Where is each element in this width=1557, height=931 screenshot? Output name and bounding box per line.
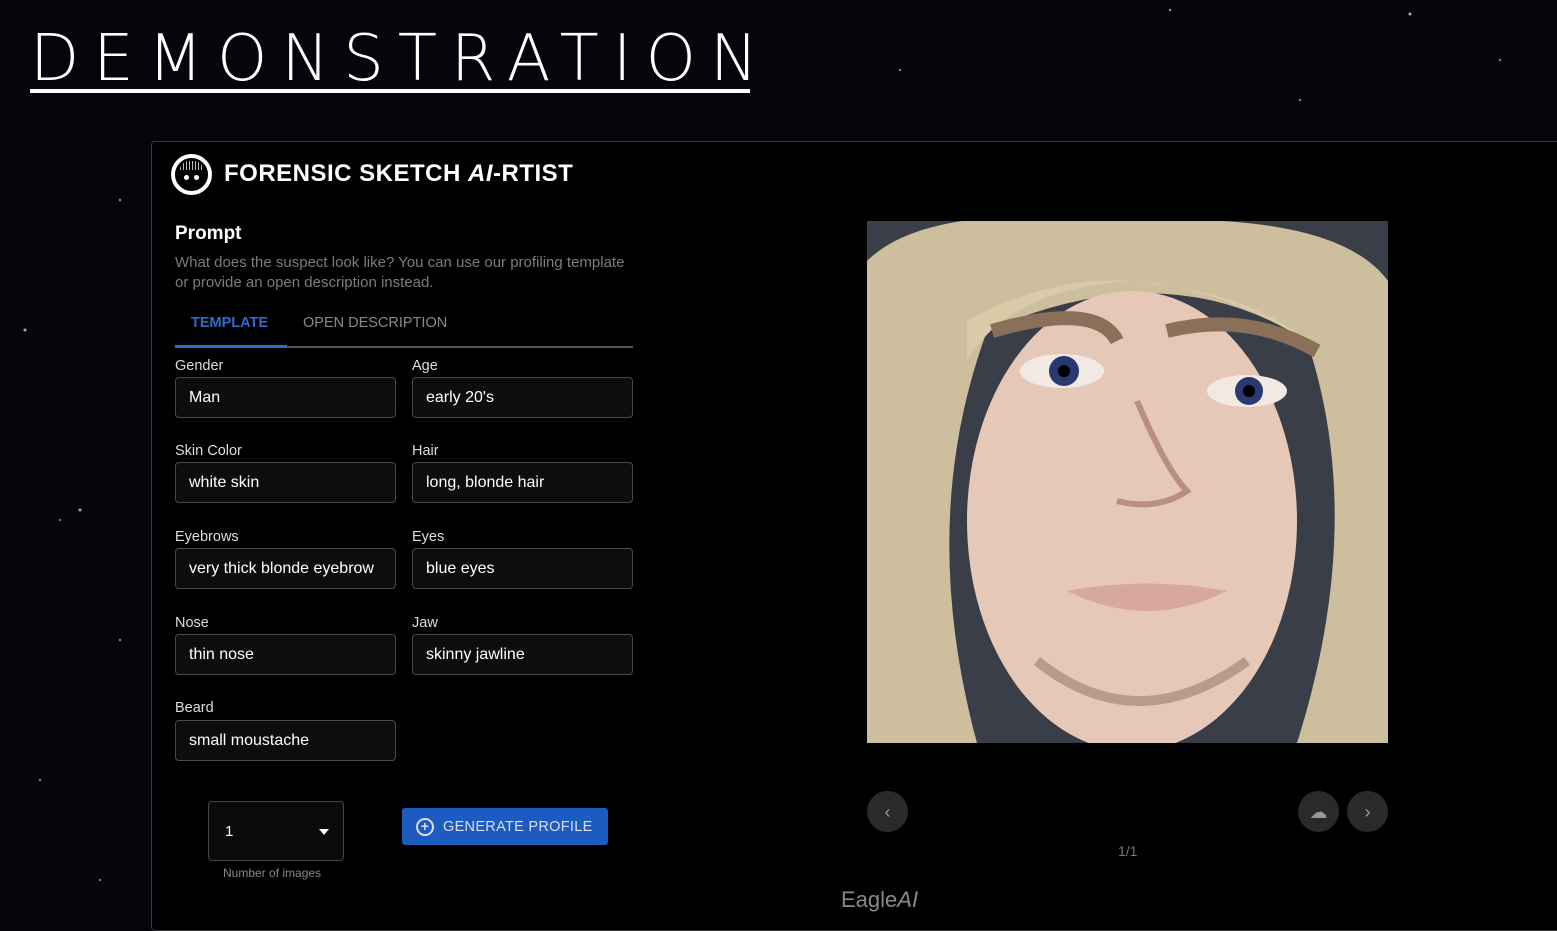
tab-template[interactable]: TEMPLATE [191,315,268,331]
hair-input[interactable] [412,462,633,503]
caret-down-icon [319,829,329,840]
app-title-main: FORENSIC SKETCH [224,160,469,187]
brand-logo: EagleAI [841,887,918,913]
eyebrows-label: Eyebrows [175,529,239,545]
generated-portrait-image [867,221,1388,743]
jaw-input[interactable] [412,634,633,675]
gender-label: Gender [175,358,224,374]
skin-color-label: Skin Color [175,443,242,459]
download-cloud-button[interactable]: ☁ [1298,791,1339,832]
age-input[interactable] [412,377,633,418]
beard-label: Beard [175,700,214,716]
face-logo-icon [171,154,212,195]
next-image-button[interactable]: › [1347,791,1388,832]
eyebrows-input[interactable] [175,548,396,589]
prompt-heading: Prompt [175,223,242,244]
tab-active-indicator [175,345,287,348]
image-counter: 1/1 [1118,843,1138,859]
jaw-label: Jaw [412,615,438,631]
prompt-description: What does the suspect look like? You can… [175,254,625,291]
gender-input[interactable] [175,377,396,418]
previous-image-button[interactable]: ‹ [867,791,908,832]
app-title-ai: AI [468,160,494,187]
heading-underline [30,89,750,93]
brand-name: Eagle [841,887,898,912]
beard-input[interactable] [175,720,396,761]
nose-input[interactable] [175,634,396,675]
generate-profile-label: GENERATE PROFILE [443,818,593,835]
app-title-rest: -RTIST [493,160,574,187]
eyes-input[interactable] [412,548,633,589]
number-of-images-value: 1 [225,823,234,840]
page-heading: DEMONSTRATION [30,22,772,96]
age-label: Age [412,358,438,374]
generate-profile-button[interactable]: + GENERATE PROFILE [402,808,608,845]
plus-circle-icon: + [416,818,434,836]
brand-ai: AI [897,887,919,912]
number-of-images-select[interactable]: 1 [208,801,344,861]
app-title: FORENSIC SKETCH AI-RTIST [224,160,573,188]
skin-color-input[interactable] [175,462,396,503]
eyes-label: Eyes [412,529,445,545]
nose-label: Nose [175,615,209,631]
number-of-images-label: Number of images [223,866,322,880]
tab-open-description[interactable]: OPEN DESCRIPTION [303,315,447,331]
hair-label: Hair [412,443,439,459]
